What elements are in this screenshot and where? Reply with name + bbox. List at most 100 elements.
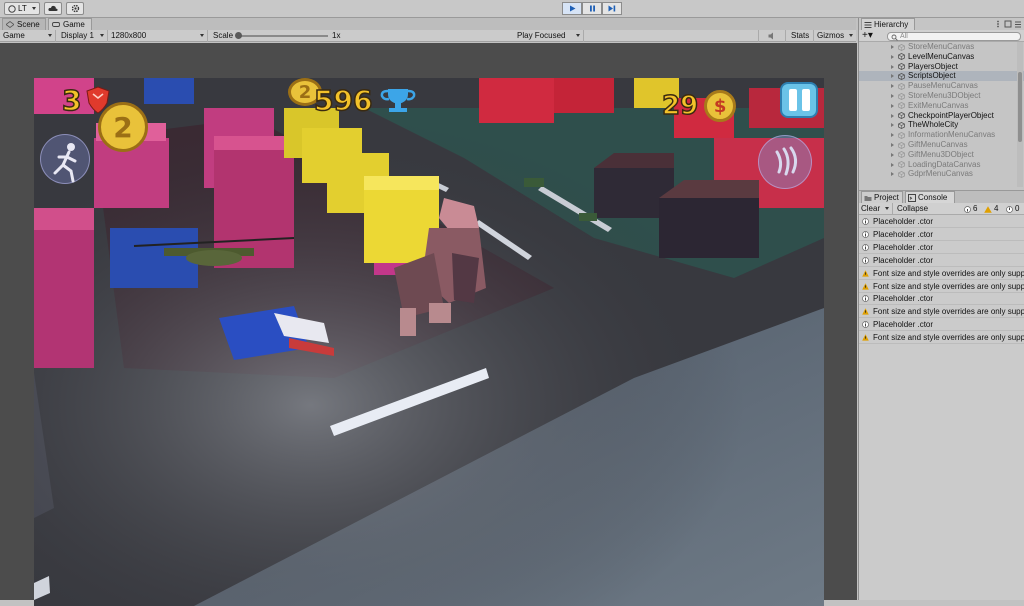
hierarchy-item[interactable]: StoreMenu3DObject: [859, 91, 1024, 101]
resolution-dropdown[interactable]: 1280x800: [108, 30, 208, 42]
play-mode-dropdown[interactable]: Play Focused: [514, 30, 584, 42]
view-dropdown[interactable]: Game: [0, 30, 56, 42]
menu-icon[interactable]: [1014, 20, 1022, 28]
hierarchy-item[interactable]: GdprMenuCanvas: [859, 169, 1024, 179]
console-entry[interactable]: Placeholder .ctor: [859, 292, 1024, 306]
console-entry[interactable]: Font size and style overrides are only s…: [859, 280, 1024, 293]
hierarchy-item[interactable]: InformationMenuCanvas: [859, 130, 1024, 140]
hierarchy-item[interactable]: GiftMenuCanvas: [859, 140, 1024, 150]
play-button[interactable]: [562, 2, 582, 15]
score-value: 596: [313, 83, 373, 118]
hierarchy-item[interactable]: GiftMenu3DObject: [859, 150, 1024, 160]
hierarchy-item[interactable]: CheckpointPlayerObject: [859, 111, 1024, 121]
search-input[interactable]: All: [887, 32, 1021, 41]
hierarchy-item-label: GiftMenu3DObject: [908, 149, 974, 159]
gameobject-cube-icon: [898, 151, 905, 159]
account-dropdown[interactable]: LT: [4, 2, 40, 15]
console-entry-text: Font size and style overrides are only s…: [873, 307, 1024, 317]
warning-icon: [862, 308, 869, 315]
info-filter[interactable]: 6: [963, 204, 983, 214]
gameobject-cube-icon: [898, 43, 905, 51]
expand-arrow-icon[interactable]: [891, 172, 894, 177]
scale-slider-handle[interactable]: [235, 32, 242, 39]
expand-arrow-icon[interactable]: [891, 133, 894, 138]
step-button[interactable]: [602, 2, 622, 15]
hierarchy-item[interactable]: PauseMenuCanvas: [859, 81, 1024, 91]
running-figure-icon: [53, 143, 77, 183]
hierarchy-item[interactable]: ExitMenuCanvas: [859, 101, 1024, 111]
warning-filter[interactable]: 4: [983, 204, 1003, 214]
hierarchy-item-label: CheckpointPlayerObject: [908, 110, 994, 120]
console-entry[interactable]: Placeholder .ctor: [859, 241, 1024, 254]
expand-arrow-icon[interactable]: [891, 103, 894, 108]
expand-arrow-icon[interactable]: [891, 54, 894, 59]
error-filter[interactable]: 0: [1005, 204, 1024, 214]
hierarchy-item[interactable]: LevelMenuCanvas: [859, 52, 1024, 62]
gameobject-cube-icon: [898, 161, 905, 169]
settings-button[interactable]: [66, 2, 84, 15]
score-counter: 596: [313, 82, 418, 118]
collapse-toggle[interactable]: Collapse: [895, 203, 933, 215]
console-entry[interactable]: Font size and style overrides are only s…: [859, 305, 1024, 319]
tab-project[interactable]: Project: [861, 191, 903, 203]
expand-arrow-icon[interactable]: [891, 84, 894, 89]
hierarchy-title: Hierarchy: [874, 20, 909, 29]
create-dropdown[interactable]: +▾: [862, 30, 873, 42]
attack-button[interactable]: [758, 135, 812, 189]
pause-bar-left: [788, 89, 797, 111]
console-entry[interactable]: Font size and style overrides are only s…: [859, 267, 1024, 280]
expand-arrow-icon[interactable]: [891, 123, 894, 128]
hierarchy-item[interactable]: ScriptsObject: [859, 71, 1024, 82]
gear-icon: [71, 4, 79, 13]
expand-arrow-icon[interactable]: [891, 74, 894, 79]
console-entry[interactable]: Font size and style overrides are only s…: [859, 331, 1024, 345]
mute-audio-toggle[interactable]: [758, 30, 786, 42]
warning-icon: [862, 334, 869, 341]
pause-game-button[interactable]: [780, 82, 818, 118]
console-entry[interactable]: Placeholder .ctor: [859, 228, 1024, 241]
gizmos-dropdown[interactable]: Gizmos: [814, 30, 856, 42]
playback-controls: [562, 2, 622, 15]
scale-value: 1x: [332, 31, 341, 40]
expand-arrow-icon[interactable]: [891, 45, 894, 49]
hierarchy-scrollbar-thumb[interactable]: [1018, 72, 1022, 142]
hierarchy-scrollbar[interactable]: [1017, 42, 1023, 187]
hierarchy-item-label: LevelMenuCanvas: [908, 51, 975, 61]
move-joystick-button[interactable]: [40, 134, 90, 184]
maximize-icon[interactable]: [1004, 20, 1012, 28]
scale-slider-track[interactable]: [238, 35, 328, 37]
clear-button[interactable]: Clear: [859, 203, 893, 215]
display-dropdown[interactable]: Display 1: [58, 30, 108, 42]
tab-hierarchy[interactable]: Hierarchy: [861, 18, 915, 30]
expand-arrow-icon[interactable]: [891, 113, 894, 118]
expand-arrow-icon[interactable]: [891, 143, 894, 147]
more-options-icon[interactable]: [994, 20, 1002, 28]
scale-control: Scale 1x: [210, 30, 512, 42]
account-label: LT: [18, 4, 27, 13]
console-entry[interactable]: Placeholder .ctor: [859, 318, 1024, 332]
game-render[interactable]: 3 2 2 596 29 $: [34, 78, 824, 606]
console-entry[interactable]: Placeholder .ctor: [859, 215, 1024, 228]
expand-arrow-icon[interactable]: [891, 162, 894, 167]
tab-scene[interactable]: Scene: [2, 18, 46, 30]
tab-console[interactable]: Console: [905, 191, 955, 203]
gameobject-cube-icon: [898, 82, 905, 90]
hierarchy-item[interactable]: LoadingDataCanvas: [859, 160, 1024, 170]
hierarchy-toolbar: +▾ All: [859, 30, 1024, 42]
bonus-badge-value: 2: [298, 81, 312, 103]
expand-arrow-icon[interactable]: [891, 152, 894, 157]
clear-button-label: Clear: [861, 204, 881, 213]
scene-tabs-bar: Scene Game: [0, 18, 856, 30]
pause-button[interactable]: [582, 2, 602, 15]
hierarchy-item[interactable]: StoreMenuCanvas: [859, 42, 1024, 52]
cloud-button[interactable]: [44, 2, 62, 15]
step-icon: [608, 5, 616, 12]
expand-arrow-icon[interactable]: [891, 94, 894, 98]
hierarchy-item[interactable]: PlayersObject: [859, 62, 1024, 72]
expand-arrow-icon[interactable]: [891, 64, 894, 69]
console-entry[interactable]: Placeholder .ctor: [859, 254, 1024, 267]
chevron-down-icon: [576, 34, 580, 37]
tab-game[interactable]: Game: [48, 18, 92, 30]
hierarchy-item[interactable]: TheWholeCity: [859, 120, 1024, 130]
stats-button[interactable]: Stats: [788, 30, 814, 42]
